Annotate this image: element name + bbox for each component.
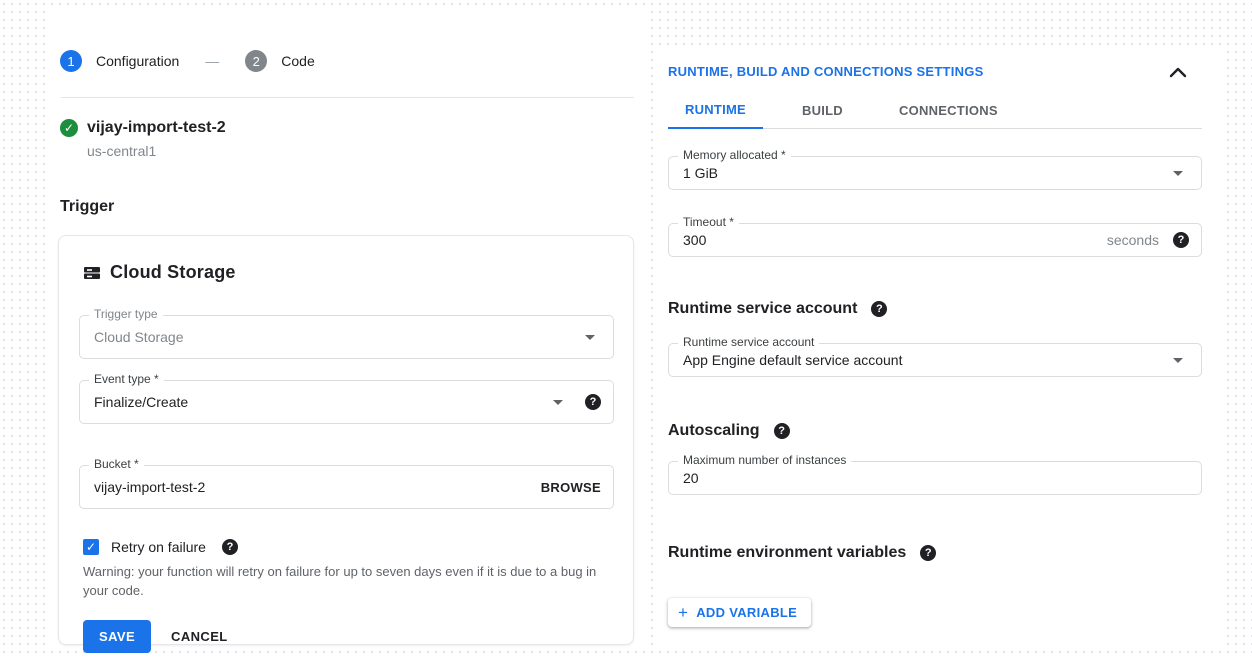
trigger-card: Cloud Storage Trigger type Cloud Storage…	[58, 235, 634, 645]
env-vars-heading: Runtime environment variables ?	[668, 544, 1202, 562]
memory-allocated-label: Memory allocated *	[678, 148, 791, 162]
env-vars-heading-text: Runtime environment variables	[668, 544, 906, 562]
success-check-icon: ✓	[60, 119, 78, 137]
chevron-down-icon	[1173, 358, 1183, 363]
chevron-up-icon	[1168, 67, 1188, 82]
runtime-service-account-heading: Runtime service account ?	[668, 300, 1202, 318]
chevron-down-icon	[585, 335, 595, 340]
bucket-label: Bucket *	[89, 457, 144, 471]
tab-runtime[interactable]: RUNTIME	[668, 102, 763, 129]
timeout-label: Timeout *	[678, 215, 739, 229]
browse-button[interactable]: BROWSE	[541, 480, 601, 495]
add-variable-button[interactable]: + ADD VARIABLE	[668, 598, 811, 627]
runtime-service-account-value: App Engine default service account	[683, 352, 1167, 368]
event-type-value: Finalize/Create	[94, 394, 547, 410]
step-2-label[interactable]: Code	[281, 53, 314, 69]
cloud-storage-icon	[83, 264, 101, 282]
trigger-card-header: Cloud Storage	[83, 262, 613, 283]
settings-header[interactable]: RUNTIME, BUILD AND CONNECTIONS SETTINGS	[668, 64, 1202, 79]
max-instances-field: Maximum number of instances	[668, 461, 1202, 495]
settings-tabs: RUNTIME BUILD CONNECTIONS	[668, 102, 1202, 129]
chevron-down-icon	[1173, 171, 1183, 176]
trigger-card-title: Cloud Storage	[110, 262, 236, 283]
step-1-indicator[interactable]: 1	[60, 50, 82, 72]
retry-warning-text: Warning: your function will retry on fai…	[83, 562, 623, 600]
service-account-help-icon[interactable]: ?	[871, 301, 887, 317]
save-button[interactable]: SAVE	[83, 620, 151, 653]
settings-header-title[interactable]: RUNTIME, BUILD AND CONNECTIONS SETTINGS	[668, 64, 984, 79]
runtime-service-account-heading-text: Runtime service account	[668, 300, 857, 318]
stepper: 1 Configuration — 2 Code	[58, 50, 634, 72]
configuration-panel: 1 Configuration — 2 Code ✓ vijay-import-…	[45, 8, 648, 651]
function-region: us-central1	[87, 143, 634, 159]
autoscaling-help-icon[interactable]: ?	[774, 423, 790, 439]
stepper-divider	[61, 97, 634, 98]
tab-connections[interactable]: CONNECTIONS	[882, 102, 1015, 128]
retry-checkbox[interactable]: ✓	[83, 539, 99, 555]
max-instances-input[interactable]	[683, 470, 1189, 486]
max-instances-label: Maximum number of instances	[678, 453, 851, 467]
plus-icon: +	[678, 606, 688, 620]
retry-label: Retry on failure	[111, 539, 206, 555]
event-type-label: Event type *	[89, 372, 164, 386]
event-type-select[interactable]: Event type * Finalize/Create ?	[79, 380, 614, 424]
autoscaling-heading-text: Autoscaling	[668, 422, 760, 440]
bucket-field: Bucket * BROWSE	[79, 465, 614, 509]
timeout-suffix: seconds	[1107, 232, 1159, 248]
function-name: vijay-import-test-2	[87, 119, 226, 137]
event-type-help-icon[interactable]: ?	[585, 394, 601, 410]
cancel-button[interactable]: CANCEL	[171, 629, 228, 644]
memory-allocated-value: 1 GiB	[683, 165, 1167, 181]
step-2-indicator[interactable]: 2	[245, 50, 267, 72]
memory-allocated-select[interactable]: Memory allocated * 1 GiB	[668, 156, 1202, 190]
trigger-type-label: Trigger type	[89, 307, 163, 321]
runtime-service-account-select[interactable]: Runtime service account App Engine defau…	[668, 343, 1202, 377]
function-header: ✓ vijay-import-test-2	[60, 119, 634, 137]
trigger-type-value: Cloud Storage	[94, 329, 579, 345]
step-separator: —	[205, 53, 219, 69]
tab-build[interactable]: BUILD	[785, 102, 860, 128]
add-variable-label: ADD VARIABLE	[696, 605, 797, 620]
env-vars-help-icon[interactable]: ?	[920, 545, 936, 561]
timeout-help-icon[interactable]: ?	[1173, 232, 1189, 248]
runtime-settings-panel: RUNTIME, BUILD AND CONNECTIONS SETTINGS …	[656, 46, 1222, 647]
autoscaling-heading: Autoscaling ?	[668, 422, 1202, 440]
trigger-actions: SAVE CANCEL	[83, 620, 613, 653]
timeout-input[interactable]	[683, 232, 1107, 248]
bucket-input[interactable]	[94, 479, 541, 495]
trigger-type-select: Trigger type Cloud Storage	[79, 315, 614, 359]
retry-row: ✓ Retry on failure ?	[83, 539, 613, 555]
trigger-section-title: Trigger	[60, 198, 634, 216]
chevron-down-icon	[553, 400, 563, 405]
collapse-button[interactable]	[1168, 65, 1188, 79]
timeout-field: Timeout * seconds ?	[668, 223, 1202, 257]
step-1-label[interactable]: Configuration	[96, 53, 179, 69]
runtime-service-account-label: Runtime service account	[678, 335, 819, 349]
retry-help-icon[interactable]: ?	[222, 539, 238, 555]
